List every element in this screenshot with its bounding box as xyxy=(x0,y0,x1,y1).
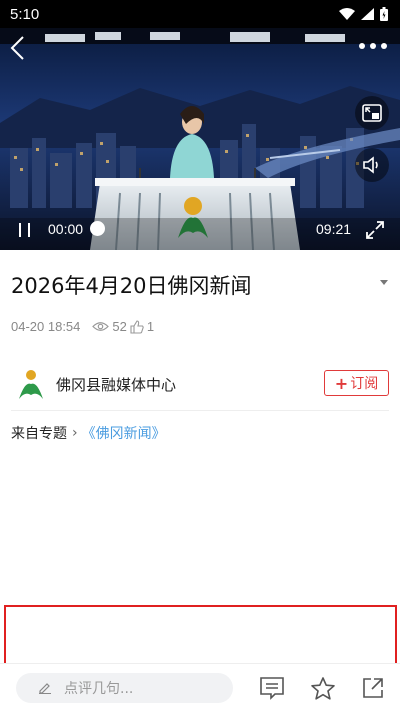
comment-placeholder: 点评几句... xyxy=(64,681,134,697)
back-arrow-icon[interactable] xyxy=(6,34,30,62)
topic-label: 来自专题 xyxy=(11,426,67,442)
status-icons xyxy=(339,7,388,21)
views-eye-icon xyxy=(92,322,110,331)
signal-icon xyxy=(361,8,374,20)
picture-in-picture-icon xyxy=(362,104,382,122)
comment-input[interactable]: 点评几句... xyxy=(16,673,233,703)
topic-link[interactable]: 《佛冈新闻》 xyxy=(82,423,166,443)
picture-in-picture-button[interactable] xyxy=(355,96,389,130)
video-player[interactable]: 00:00 09:21 xyxy=(0,28,400,250)
publisher-logo xyxy=(19,370,43,399)
volume-button[interactable] xyxy=(355,148,389,182)
comments-button[interactable] xyxy=(259,675,285,701)
pencil-icon xyxy=(39,683,51,694)
publisher-name: 佛冈县融媒体中心 xyxy=(56,376,177,394)
pause-icon[interactable] xyxy=(14,220,36,240)
share-button[interactable] xyxy=(360,675,386,701)
seek-bar-handle[interactable] xyxy=(90,221,105,236)
more-options-icon[interactable] xyxy=(356,36,390,56)
topic-row: 来自专题 › 《佛冈新闻》 xyxy=(11,423,166,443)
speaker-icon xyxy=(363,156,378,174)
divider xyxy=(11,410,389,411)
likes-count: 1 xyxy=(146,319,155,334)
total-time: 09:21 xyxy=(316,221,352,237)
comment-icon xyxy=(260,677,284,700)
subscribe-label: 订阅 xyxy=(350,376,379,392)
app-screen: 5:10 00:00 09:21 2026年4月20日佛冈新闻 04-20 18… xyxy=(0,0,400,711)
article-title: 2026年4月20日佛冈新闻 xyxy=(11,274,252,298)
status-bar: 5:10 xyxy=(0,0,400,28)
publisher-row[interactable]: 佛冈县融媒体中心 + 订阅 xyxy=(0,363,400,407)
battery-icon xyxy=(380,7,388,21)
star-icon xyxy=(311,676,335,700)
article-meta: 04-20 18:54 52 1 xyxy=(11,319,154,334)
expand-arrow-icon[interactable] xyxy=(380,280,388,285)
news-studio-scene xyxy=(0,28,400,250)
like-thumb-icon[interactable] xyxy=(130,319,144,334)
share-icon xyxy=(363,678,383,698)
status-time: 5:10 xyxy=(10,5,40,23)
publish-date: 04-20 18:54 xyxy=(11,319,81,334)
views-count: 52 xyxy=(112,319,127,334)
fullscreen-icon[interactable] xyxy=(364,219,386,241)
chevron-right-icon: › xyxy=(72,425,78,441)
plus-icon: + xyxy=(334,373,349,393)
bottom-action-bar: 点评几句... xyxy=(0,663,400,711)
current-time: 00:00 xyxy=(48,221,84,237)
favorite-button[interactable] xyxy=(310,675,336,701)
subscribe-button[interactable]: + 订阅 xyxy=(324,370,389,396)
wifi-icon xyxy=(339,8,355,20)
